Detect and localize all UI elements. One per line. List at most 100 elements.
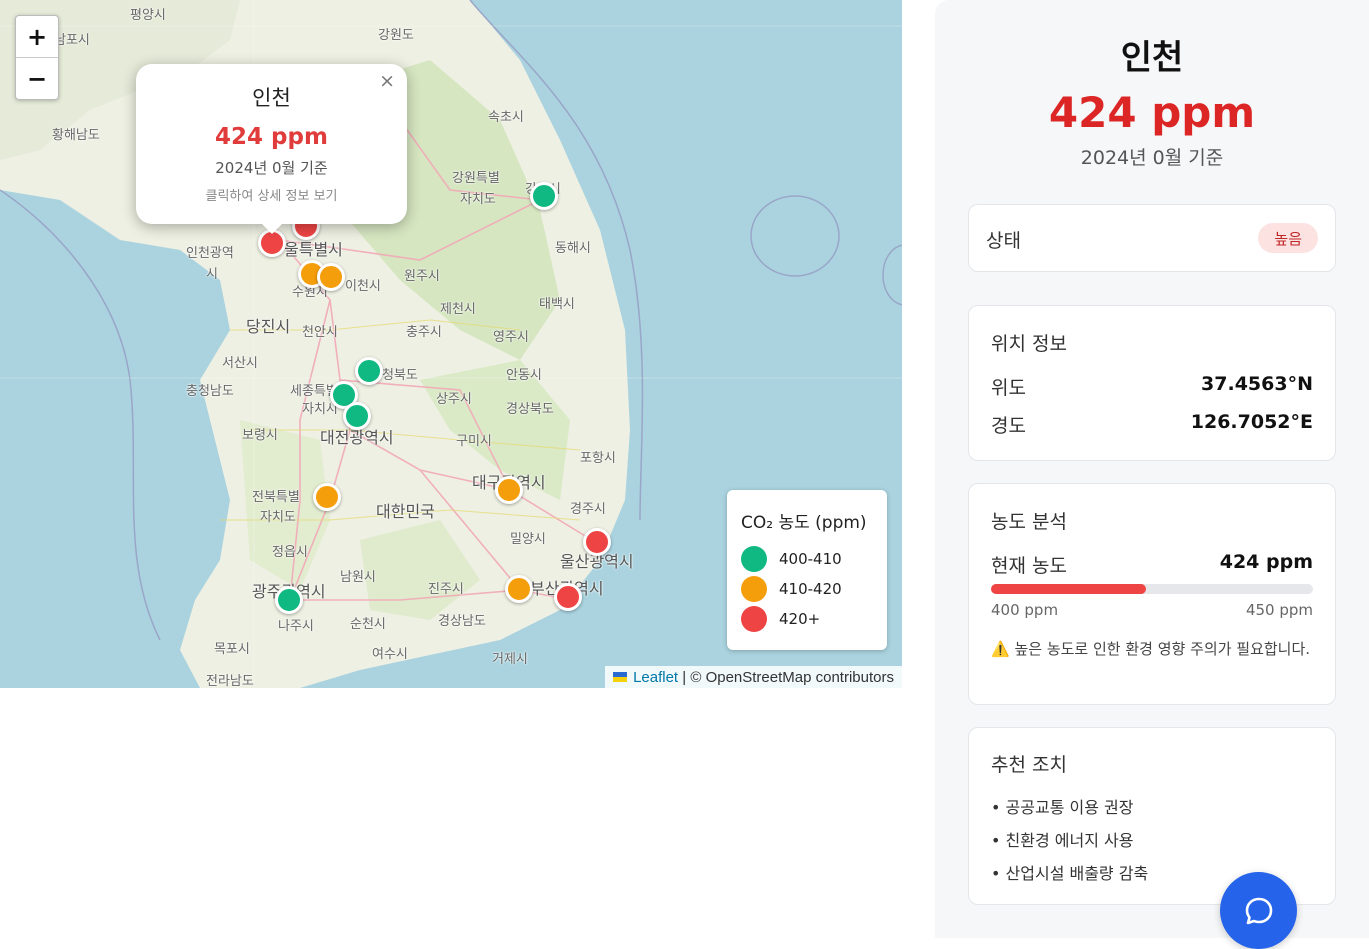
chat-button[interactable] bbox=[1220, 872, 1297, 949]
place-label: 전북특별 bbox=[252, 490, 300, 505]
latitude-row: 위도 37.4563°N bbox=[991, 373, 1313, 400]
leaflet-link[interactable]: Leaflet bbox=[633, 669, 678, 686]
place-label: 평양시 bbox=[130, 8, 166, 23]
place-label: 대한민국 bbox=[376, 502, 435, 521]
map-marker-mid[interactable] bbox=[495, 476, 523, 504]
place-label: 전라남도 bbox=[206, 674, 254, 688]
recommendation-item: • 친환경 에너지 사용 bbox=[991, 831, 1134, 850]
legend-label-low: 400-410 bbox=[779, 550, 842, 568]
warning-text: 높은 농도로 인한 환경 영향 주의가 필요합니다. bbox=[1014, 640, 1311, 658]
latitude-label: 위도 bbox=[991, 377, 1026, 399]
zoom-control: + − bbox=[15, 15, 59, 100]
place-label: 원주시 bbox=[404, 269, 440, 284]
warning-message: ⚠️ 높은 농도로 인한 환경 영향 주의가 필요합니다. bbox=[991, 638, 1313, 660]
place-label: 제천시 bbox=[440, 302, 476, 317]
place-label: 목포시 bbox=[214, 642, 250, 657]
map-marker-low[interactable] bbox=[530, 182, 558, 210]
map[interactable]: 평양시남포시강원도황해남도속초시강원특별자치도강릉시동해시인천광역시울특별시원주… bbox=[0, 0, 902, 688]
popup-hint: 클릭하여 상세 정보 보기 bbox=[205, 189, 338, 204]
place-label: 밀양시 bbox=[510, 532, 546, 547]
map-marker-mid[interactable] bbox=[313, 483, 341, 511]
legend-title: CO₂ 농도 (ppm) bbox=[741, 513, 867, 533]
concentration-bar bbox=[991, 584, 1313, 594]
detail-panel: 인천 424 ppm 2024년 0월 기준 상태 높음 위치 정보 위도 37… bbox=[935, 0, 1369, 938]
legend: CO₂ 농도 (ppm) 400-410 410-420 420+ bbox=[727, 490, 887, 650]
recommendation-text: 친환경 에너지 사용 bbox=[1005, 831, 1134, 850]
map-marker-mid[interactable] bbox=[505, 575, 533, 603]
current-concentration-row: 현재 농도 424 ppm bbox=[991, 551, 1313, 578]
popup-date: 2024년 0월 기준 bbox=[215, 159, 328, 177]
bar-max-label: 450 ppm bbox=[1245, 601, 1313, 619]
warning-icon: ⚠️ bbox=[991, 640, 1010, 658]
place-label: 황해남도 bbox=[52, 128, 100, 143]
legend-item-mid: 410-420 bbox=[741, 576, 842, 602]
place-label: 자치도 bbox=[460, 192, 496, 207]
place-label: 보령시 bbox=[242, 428, 278, 443]
zoom-out-button[interactable]: − bbox=[16, 58, 58, 99]
legend-item-high: 420+ bbox=[741, 606, 820, 632]
place-label: 서산시 bbox=[222, 356, 258, 371]
place-label: 구미시 bbox=[456, 434, 492, 449]
place-label: 순천시 bbox=[350, 617, 386, 632]
map-marker-low[interactable] bbox=[343, 402, 371, 430]
place-label: 영주시 bbox=[493, 330, 529, 345]
location-card: 위치 정보 위도 37.4563°N 경도 126.7052°E bbox=[968, 305, 1336, 461]
popup-close-button[interactable]: × bbox=[379, 70, 395, 92]
place-label: 포항시 bbox=[580, 451, 616, 466]
map-marker-high[interactable] bbox=[583, 528, 611, 556]
place-label: 울특별시 bbox=[284, 240, 343, 259]
chat-bubble-icon bbox=[1245, 897, 1272, 924]
place-label: 당진시 bbox=[246, 317, 291, 336]
place-label: 충주시 bbox=[406, 325, 442, 340]
place-label: 경상북도 bbox=[506, 402, 554, 417]
place-label: 천안시 bbox=[302, 325, 338, 340]
legend-dot-high bbox=[741, 606, 767, 632]
place-label: 인천광역 bbox=[186, 246, 234, 261]
concentration-bar-fill bbox=[991, 584, 1146, 594]
place-label: 충청남도 bbox=[186, 384, 234, 399]
place-label: 강원도 bbox=[378, 28, 414, 43]
legend-dot-low bbox=[741, 546, 767, 572]
place-label: 진주시 bbox=[428, 582, 464, 597]
place-label: 안동시 bbox=[506, 368, 542, 383]
map-marker-low[interactable] bbox=[355, 357, 383, 385]
place-label: 자치도 bbox=[260, 510, 296, 525]
current-concentration-value: 424 ppm bbox=[1219, 551, 1313, 573]
marker-popup[interactable]: × 인천 424 ppm 2024년 0월 기준 클릭하여 상세 정보 보기 bbox=[136, 64, 407, 234]
current-concentration-label: 현재 농도 bbox=[991, 555, 1067, 577]
status-label: 상태 bbox=[986, 230, 1021, 252]
map-marker-high[interactable] bbox=[554, 583, 582, 611]
recommendation-item: • 산업시설 배출량 감축 bbox=[991, 864, 1149, 883]
map-marker-mid[interactable] bbox=[317, 263, 345, 291]
ukraine-flag-icon bbox=[613, 672, 628, 682]
place-label: 속초시 bbox=[488, 110, 524, 125]
longitude-label: 경도 bbox=[991, 415, 1026, 437]
place-label: 시 bbox=[206, 267, 218, 282]
zoom-in-button[interactable]: + bbox=[16, 16, 58, 58]
place-label: 상주시 bbox=[436, 392, 472, 407]
legend-item-low: 400-410 bbox=[741, 546, 842, 572]
popup-title: 인천 bbox=[252, 86, 291, 110]
analysis-title: 농도 분석 bbox=[991, 511, 1067, 533]
status-badge: 높음 bbox=[1258, 223, 1318, 253]
legend-dot-mid bbox=[741, 576, 767, 602]
longitude-row: 경도 126.7052°E bbox=[991, 411, 1313, 438]
map-marker-low[interactable] bbox=[275, 586, 303, 614]
location-title: 위치 정보 bbox=[991, 333, 1067, 355]
latitude-value: 37.4563°N bbox=[1201, 373, 1313, 395]
legend-label-high: 420+ bbox=[779, 610, 821, 628]
bar-range: 400 ppm 450 ppm bbox=[991, 601, 1313, 619]
panel-city-title: 인천 bbox=[1120, 38, 1184, 78]
recommendation-item: • 공공교통 이용 권장 bbox=[991, 798, 1134, 817]
place-label: 경주시 bbox=[570, 502, 606, 517]
place-label: 강원특별 bbox=[452, 171, 500, 186]
status-card: 상태 높음 bbox=[968, 204, 1336, 272]
popup-tip bbox=[260, 222, 284, 234]
recommendation-title: 추천 조치 bbox=[991, 754, 1067, 776]
recommendation-text: 공공교통 이용 권장 bbox=[1005, 798, 1134, 817]
analysis-card: 농도 분석 현재 농도 424 ppm 400 ppm 450 ppm ⚠️ 높… bbox=[968, 483, 1336, 705]
longitude-value: 126.7052°E bbox=[1190, 411, 1313, 433]
place-label: 태백시 bbox=[539, 297, 575, 312]
map-attribution: Leaflet | © OpenStreetMap contributors bbox=[605, 666, 902, 688]
bar-min-label: 400 ppm bbox=[991, 601, 1059, 619]
